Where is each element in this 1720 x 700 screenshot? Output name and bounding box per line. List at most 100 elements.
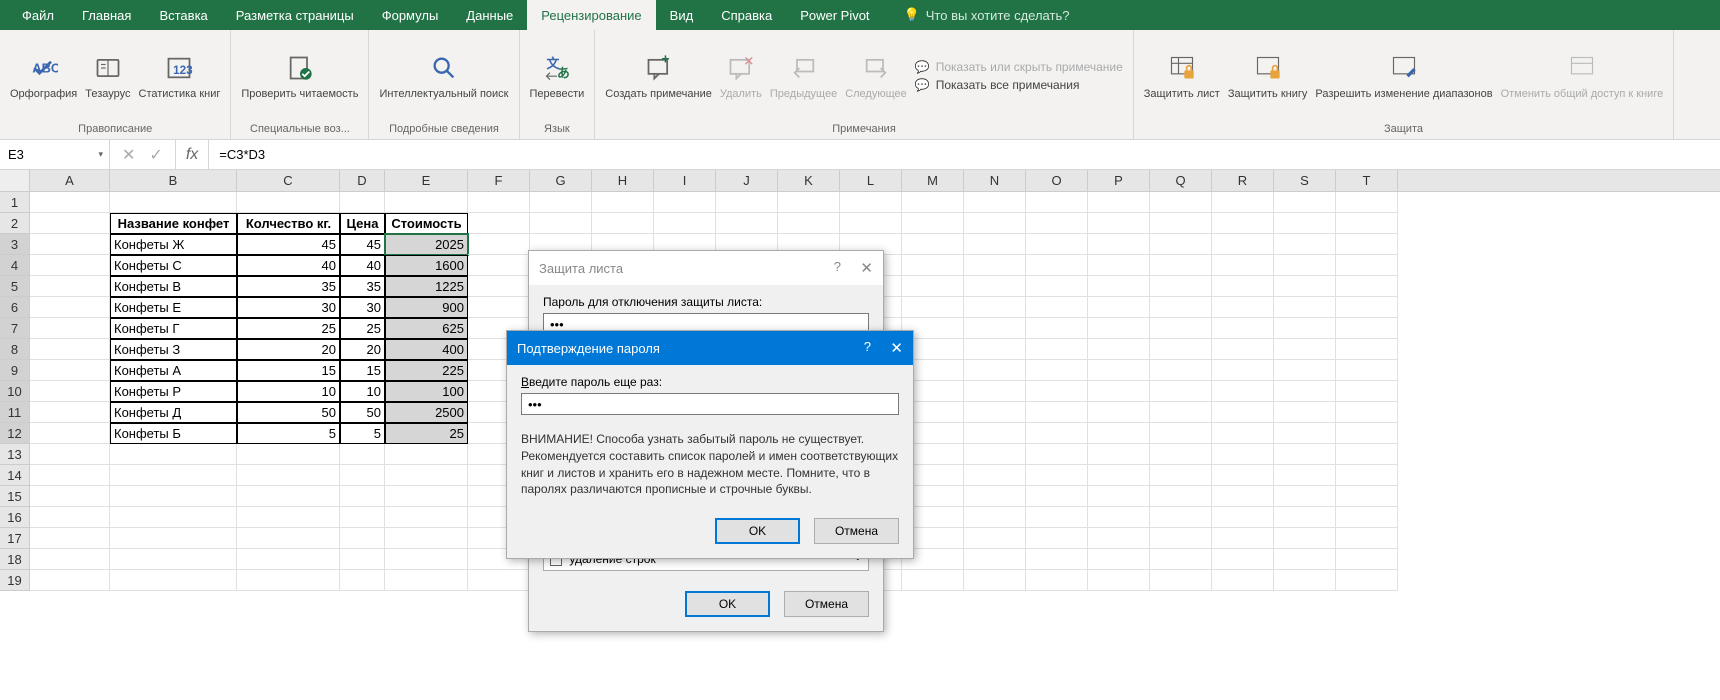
cell-A15[interactable] [30, 486, 110, 507]
cell-D14[interactable] [340, 465, 385, 486]
cell-C16[interactable] [237, 507, 340, 528]
cell-P13[interactable] [1088, 444, 1150, 465]
cell-B10[interactable]: Конфеты Р [110, 381, 237, 402]
cell-C12[interactable]: 5 [237, 423, 340, 444]
cell-C1[interactable] [237, 192, 340, 213]
row-header-7[interactable]: 7 [0, 318, 30, 339]
cell-F2[interactable] [468, 213, 530, 234]
cell-S16[interactable] [1274, 507, 1336, 528]
cell-T14[interactable] [1336, 465, 1398, 486]
cell-C19[interactable] [237, 570, 340, 591]
cell-R9[interactable] [1212, 360, 1274, 381]
cell-B3[interactable]: Конфеты Ж [110, 234, 237, 255]
col-header-B[interactable]: B [110, 170, 237, 191]
cell-Q1[interactable] [1150, 192, 1212, 213]
cell-E12[interactable]: 25 [385, 423, 468, 444]
cell-B2[interactable]: Название конфет [110, 213, 237, 234]
cell-A14[interactable] [30, 465, 110, 486]
cell-B13[interactable] [110, 444, 237, 465]
cell-T12[interactable] [1336, 423, 1398, 444]
cell-Q2[interactable] [1150, 213, 1212, 234]
cell-N17[interactable] [964, 528, 1026, 549]
cell-Q4[interactable] [1150, 255, 1212, 276]
row-header-2[interactable]: 2 [0, 213, 30, 234]
cell-Q6[interactable] [1150, 297, 1212, 318]
cell-R19[interactable] [1212, 570, 1274, 591]
cell-H2[interactable] [592, 213, 654, 234]
menu-Данные[interactable]: Данные [452, 0, 527, 30]
name-box[interactable]: E3 [0, 140, 110, 169]
cell-B4[interactable]: Конфеты С [110, 255, 237, 276]
col-header-G[interactable]: G [530, 170, 592, 191]
row-header-8[interactable]: 8 [0, 339, 30, 360]
cell-P17[interactable] [1088, 528, 1150, 549]
cell-E9[interactable]: 225 [385, 360, 468, 381]
select-all-corner[interactable] [0, 170, 30, 191]
col-header-H[interactable]: H [592, 170, 654, 191]
help-icon[interactable]: ? [864, 339, 871, 354]
cell-S1[interactable] [1274, 192, 1336, 213]
cell-P12[interactable] [1088, 423, 1150, 444]
protect-sheet-button[interactable]: Защитить лист [1140, 46, 1224, 105]
cell-S13[interactable] [1274, 444, 1336, 465]
cell-D8[interactable]: 20 [340, 339, 385, 360]
cell-O12[interactable] [1026, 423, 1088, 444]
row-header-15[interactable]: 15 [0, 486, 30, 507]
cell-P7[interactable] [1088, 318, 1150, 339]
cell-P3[interactable] [1088, 234, 1150, 255]
cell-T6[interactable] [1336, 297, 1398, 318]
cell-C15[interactable] [237, 486, 340, 507]
col-header-A[interactable]: A [30, 170, 110, 191]
cell-G2[interactable] [530, 213, 592, 234]
cell-M3[interactable] [902, 234, 964, 255]
cell-N3[interactable] [964, 234, 1026, 255]
cell-D1[interactable] [340, 192, 385, 213]
cell-B9[interactable]: Конфеты А [110, 360, 237, 381]
cell-A7[interactable] [30, 318, 110, 339]
cell-T16[interactable] [1336, 507, 1398, 528]
cell-B16[interactable] [110, 507, 237, 528]
col-header-C[interactable]: C [237, 170, 340, 191]
cell-B12[interactable]: Конфеты Б [110, 423, 237, 444]
spellcheck-button[interactable]: ABCОрфография [6, 46, 81, 105]
cell-I2[interactable] [654, 213, 716, 234]
menu-Главная[interactable]: Главная [68, 0, 145, 30]
cell-Q17[interactable] [1150, 528, 1212, 549]
cell-N6[interactable] [964, 297, 1026, 318]
cell-B7[interactable]: Конфеты Г [110, 318, 237, 339]
cell-O5[interactable] [1026, 276, 1088, 297]
thesaurus-button[interactable]: Тезаурус [81, 46, 134, 105]
cell-S5[interactable] [1274, 276, 1336, 297]
cell-L2[interactable] [840, 213, 902, 234]
cell-S4[interactable] [1274, 255, 1336, 276]
cell-B18[interactable] [110, 549, 237, 570]
cell-C7[interactable]: 25 [237, 318, 340, 339]
cell-Q19[interactable] [1150, 570, 1212, 591]
cell-N19[interactable] [964, 570, 1026, 591]
cell-Q10[interactable] [1150, 381, 1212, 402]
cell-P2[interactable] [1088, 213, 1150, 234]
cell-A6[interactable] [30, 297, 110, 318]
cell-D4[interactable]: 40 [340, 255, 385, 276]
cell-M5[interactable] [902, 276, 964, 297]
cell-S10[interactable] [1274, 381, 1336, 402]
cell-N18[interactable] [964, 549, 1026, 570]
help-icon[interactable]: ? [834, 259, 841, 274]
cell-T5[interactable] [1336, 276, 1398, 297]
cell-R3[interactable] [1212, 234, 1274, 255]
cell-Q15[interactable] [1150, 486, 1212, 507]
cell-M4[interactable] [902, 255, 964, 276]
fx-icon[interactable]: fx [176, 140, 209, 169]
cell-T19[interactable] [1336, 570, 1398, 591]
cell-K2[interactable] [778, 213, 840, 234]
cell-N13[interactable] [964, 444, 1026, 465]
cell-C8[interactable]: 20 [237, 339, 340, 360]
cell-R18[interactable] [1212, 549, 1274, 570]
cell-E18[interactable] [385, 549, 468, 570]
show-all-comments-button[interactable]: 💬Показать все примечания [915, 78, 1123, 92]
cell-R12[interactable] [1212, 423, 1274, 444]
cell-F3[interactable] [468, 234, 530, 255]
row-header-17[interactable]: 17 [0, 528, 30, 549]
cell-P15[interactable] [1088, 486, 1150, 507]
confirm-password-input[interactable] [521, 393, 899, 415]
